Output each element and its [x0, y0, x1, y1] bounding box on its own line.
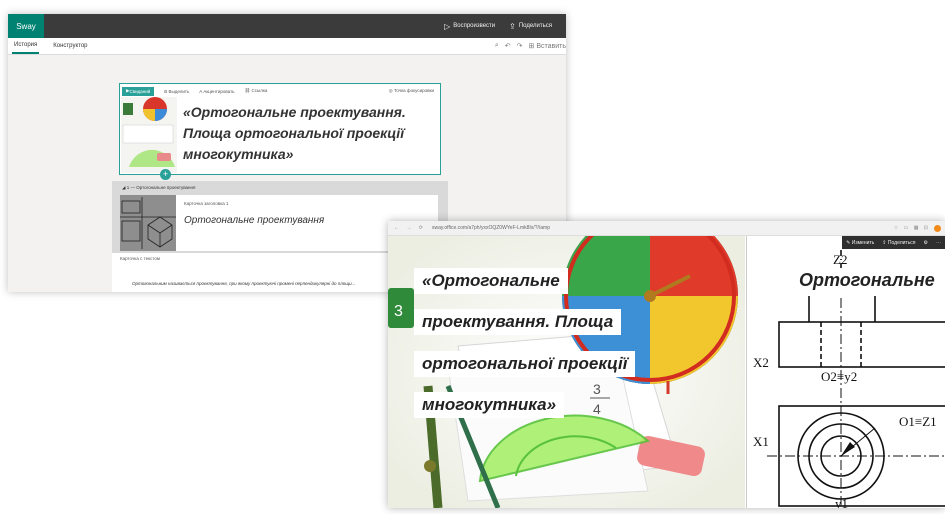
background-label: Свиданий [129, 88, 151, 94]
play-icon: ▷ [444, 21, 451, 31]
title-slide: 3 3 4 «Ортогональне проектування. Площа … [388, 236, 745, 508]
heading-card-label: Карточка заголовка 1 [184, 201, 229, 206]
title-card-toolbar: ▶ Свиданий B Выделить A Акцентировать ⛓ … [120, 84, 440, 98]
title-card-text[interactable]: «Ортогональне проектування. Площа ортого… [183, 102, 433, 165]
emphasize-label: Выделить [168, 88, 190, 94]
label-o2-y2: O2≡y2 [821, 369, 858, 384]
slide-title-line-4: многокутника» [414, 392, 565, 418]
accent-button[interactable]: A Акцентировать [199, 89, 234, 94]
focus-point-button[interactable]: ◎ Точка фокусировки [389, 88, 434, 94]
slide-title-line-1: «Ортогональне [414, 268, 568, 294]
title-card-thumbnail[interactable] [121, 97, 177, 173]
app-logo[interactable]: Sway [8, 14, 44, 38]
svg-text:4: 4 [593, 401, 601, 417]
add-card-button[interactable]: + [160, 169, 171, 180]
address-url[interactable]: sway.office.com/a7ph/yxxOQZ0WYeF-Lmk8Ix/… [432, 225, 550, 231]
label-x2: X2 [753, 355, 769, 370]
emphasize-button[interactable]: B Выделить [164, 89, 189, 94]
extension-icons[interactable]: ☆ ▭ ▦ ⊡ [894, 225, 930, 231]
undo-icon[interactable]: ↶ [505, 42, 511, 50]
browser-nav-icons[interactable]: ← → ⟳ [394, 225, 426, 231]
sway-preview-window: ← → ⟳ sway.office.com/a7ph/yxxOQZ0WYeF-L… [388, 221, 945, 508]
accent-label: Акцентировать [203, 88, 235, 94]
tab-design[interactable]: Конструктор [51, 39, 89, 53]
insert-button[interactable]: ⊞ Вставить [529, 42, 566, 50]
label-o1-z1: O1≡Z1 [899, 414, 937, 429]
svg-text:3: 3 [394, 303, 403, 320]
focus-point-label: Точка фокусировки [393, 88, 434, 93]
play-button[interactable]: ▷ Воспроизвести [444, 22, 495, 31]
svg-text:3: 3 [593, 381, 601, 397]
top-bar: Sway ▷ Воспроизвести ⇪ Поделиться [8, 14, 566, 38]
redo-icon[interactable]: ↷ [517, 42, 523, 50]
text-card-label: Карточка с текстом [120, 256, 160, 261]
insert-label: Вставить [536, 43, 566, 50]
title-card[interactable]: ▶ Свиданий B Выделить A Акцентировать ⛓ … [119, 83, 441, 175]
search-icon[interactable]: ⌕ [495, 42, 499, 50]
link-button[interactable]: ⛓ Ссылка [245, 88, 268, 94]
heading-card-thumbnail[interactable] [120, 195, 176, 251]
background-button[interactable]: ▶ Свиданий [122, 86, 155, 96]
section-heading-text: 1 — Ортогональне проектування [126, 185, 196, 190]
slide-title-line-2: проектування. Площа [414, 309, 622, 335]
share-icon: ⇪ [509, 21, 516, 31]
profile-icon[interactable] [934, 224, 941, 232]
slide-title-line-3: ортогональної проекції [414, 351, 636, 377]
share-label: Поделиться [518, 23, 552, 29]
browser-address-bar: ← → ⟳ sway.office.com/a7ph/yxxOQZ0WYeF-L… [388, 221, 945, 236]
link-label: Ссылка [251, 88, 268, 93]
share-button[interactable]: ⇪ Поделиться [509, 22, 552, 31]
label-x1: X1 [753, 434, 769, 449]
editor-tabs: История Конструктор ⌕ ↶ ↷ ⊞ Вставить [8, 38, 566, 55]
next-slide-panel: ✎ Изменить ⇪ Поделиться ⚙ ⋯ Ортогональне [746, 236, 945, 508]
label-z2: Z2 [833, 252, 848, 267]
text-card-body[interactable]: Ортогональним називається проектування, … [132, 281, 355, 286]
tab-storyline[interactable]: История [12, 38, 40, 54]
heading-card-title[interactable]: Ортогональне проектування [184, 215, 324, 226]
screenshot-collage: Sway ▷ Воспроизвести ⇪ Поделиться Истори… [0, 0, 945, 514]
play-label: Воспроизвести [453, 23, 496, 29]
label-y1: y1 [835, 496, 848, 508]
section-heading[interactable]: ◢ 1 — Ортогональне проектування [112, 181, 448, 195]
